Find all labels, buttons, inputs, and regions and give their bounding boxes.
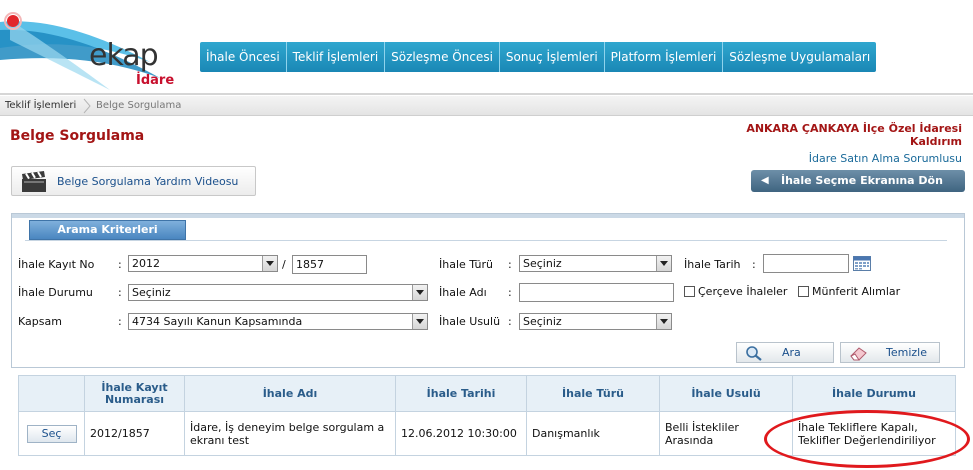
col-header-select — [18, 375, 85, 412]
page-title: Belge Sorgulama — [10, 128, 145, 144]
nav-sonuc-islemleri[interactable]: Sonuç İşlemleri — [500, 42, 605, 72]
ihale-durumu-label: İhale Durumu — [18, 286, 93, 299]
ihale-durumu-select[interactable]: Seçiniz — [128, 284, 428, 301]
nav-teklif-islemleri[interactable]: Teklif İşlemleri — [287, 42, 386, 72]
help-video-label: Belge Sorgulama Yardım Videosu — [57, 175, 239, 188]
cerceve-ihaleler-checkbox[interactable] — [684, 286, 695, 297]
kapsam-label: Kapsam — [18, 315, 62, 328]
chevron-down-icon — [656, 256, 671, 271]
header-divider — [0, 93, 973, 95]
search-criteria-panel: Arama Kriterleri İhale Kayıt No : 2012 /… — [11, 213, 965, 368]
kapsam-select[interactable]: 4734 Sayılı Kanun Kapsamında — [128, 313, 428, 330]
search-button[interactable]: Ara — [736, 342, 834, 363]
magnifier-icon — [746, 346, 762, 361]
kayit-year-select[interactable]: 2012 — [128, 255, 278, 272]
clapperboard-icon — [22, 171, 46, 192]
brand-sub: İdare — [136, 73, 175, 88]
ihale-tarih-input[interactable] — [763, 254, 849, 273]
chevron-down-icon — [656, 314, 671, 329]
brand-logo[interactable]: ekap — [89, 38, 159, 73]
help-video-button[interactable]: Belge Sorgulama Yardım Videosu — [11, 166, 256, 196]
panel-tab-divider — [25, 240, 947, 241]
kayit-no-colon: : — [118, 258, 122, 271]
organization-name: ANKARA ÇANKAYA İlçe Özel İdaresi Kaldırı… — [746, 122, 962, 148]
nav-ihale-oncesi[interactable]: İhale Öncesi — [200, 42, 287, 72]
select-row-button[interactable]: Seç — [26, 424, 77, 443]
ihale-usulu-select[interactable]: Seçiniz — [519, 313, 672, 330]
breadcrumb-belge-sorgulama: Belge Sorgulama — [96, 100, 182, 111]
ihale-usulu-label: İhale Usulü — [439, 315, 501, 328]
kayit-no-label: İhale Kayıt No — [18, 258, 95, 271]
ihale-adi-input[interactable] — [519, 283, 674, 302]
ihale-adi-colon: : — [508, 286, 512, 299]
cell-ihale-turu: Danışmanlık — [526, 411, 660, 456]
ihale-turu-label: İhale Türü — [439, 258, 493, 271]
chevron-down-icon — [412, 285, 427, 300]
back-to-tender-selection-button[interactable]: ◀ İhale Seçme Ekranına Dön — [751, 170, 965, 192]
back-button-label: İhale Seçme Ekranına Dön — [781, 174, 943, 187]
kapsam-value: 4734 Sayılı Kanun Kapsamında — [132, 315, 303, 328]
nav-sozlesme-oncesi[interactable]: Sözleşme Öncesi — [385, 42, 500, 72]
breadcrumb-teklif-islemleri[interactable]: Teklif İşlemleri — [5, 96, 76, 116]
ihale-usulu-colon: : — [508, 315, 512, 328]
calendar-icon[interactable] — [853, 255, 871, 271]
munferit-alimlar-label: Münferit Alımlar — [812, 285, 901, 298]
nav-platform-islemleri[interactable]: Platform İşlemleri — [605, 42, 724, 72]
cell-select: Seç — [18, 411, 85, 456]
col-header-ihale-adi: İhale Adı — [184, 375, 396, 412]
kayit-separator: / — [282, 258, 286, 271]
cell-kayit: 2012/1857 — [84, 411, 185, 456]
clear-button[interactable]: Temizle — [840, 342, 940, 363]
ihale-tarih-label: İhale Tarih — [684, 258, 741, 271]
cell-ihale-durumu: İhale Tekliflere Kapalı, Teklifler Değer… — [792, 411, 956, 456]
col-header-ihale-durumu: İhale Durumu — [792, 375, 956, 412]
top-nav: İhale Öncesi Teklif İşlemleri Sözleşme Ö… — [200, 42, 877, 72]
col-header-ihale-tarihi: İhale Tarihi — [395, 375, 527, 412]
breadcrumb: Teklif İşlemleri Belge Sorgulama — [0, 96, 973, 116]
kapsam-colon: : — [118, 315, 122, 328]
chevron-down-icon — [262, 256, 277, 271]
col-header-ihale-turu: İhale Türü — [526, 375, 660, 412]
ihale-turu-value: Seçiniz — [523, 257, 562, 270]
cerceve-ihaleler-label: Çerçeve İhaleler — [698, 285, 788, 298]
chevron-down-icon — [412, 314, 427, 329]
breadcrumb-separator-icon — [83, 98, 91, 114]
ihale-durumu-value: Seçiniz — [132, 286, 171, 299]
cell-ihale-tarihi: 12.06.2012 10:30:00 — [395, 411, 527, 456]
ihale-turu-select[interactable]: Seçiniz — [519, 255, 672, 272]
results-table: İhale Kayıt Numarası İhale Adı İhale Tar… — [18, 375, 956, 456]
search-criteria-tab: Arama Kriterleri — [29, 220, 186, 240]
arrow-left-icon: ◀ — [761, 175, 769, 186]
user-role: İdare Satın Alma Sorumlusu — [808, 152, 962, 165]
ihale-durumu-colon: : — [118, 286, 122, 299]
ihale-adi-label: İhale Adı — [439, 286, 487, 299]
panel-top-bar — [12, 214, 964, 218]
header: ekap İdare İhale Öncesi Teklif İşlemleri… — [0, 0, 973, 95]
ihale-tarih-colon: : — [752, 258, 756, 271]
kayit-number-input[interactable]: 1857 — [292, 255, 367, 274]
kayit-number-value: 1857 — [296, 258, 324, 271]
kayit-year-value: 2012 — [132, 257, 160, 270]
cell-ihale-usulu: Belli İstekliler Arasında — [659, 411, 793, 456]
ihale-usulu-value: Seçiniz — [523, 315, 562, 328]
table-row: Seç 2012/1857 İdare, İş deneyim belge so… — [18, 411, 956, 456]
eraser-icon — [850, 347, 867, 361]
nav-sozlesme-uygulamalari[interactable]: Sözleşme Uygulamaları — [723, 42, 876, 72]
search-button-label: Ara — [782, 346, 801, 359]
clear-button-label: Temizle — [886, 346, 927, 359]
results-header-row: İhale Kayıt Numarası İhale Adı İhale Tar… — [18, 375, 956, 412]
munferit-alimlar-checkbox[interactable] — [798, 286, 809, 297]
cell-ihale-adi: İdare, İş deneyim belge sorgulam a ekran… — [184, 411, 396, 456]
col-header-ihale-usulu: İhale Usulü — [659, 375, 793, 412]
ihale-turu-colon: : — [508, 258, 512, 271]
col-header-kayit-numarasi: İhale Kayıt Numarası — [84, 375, 185, 412]
